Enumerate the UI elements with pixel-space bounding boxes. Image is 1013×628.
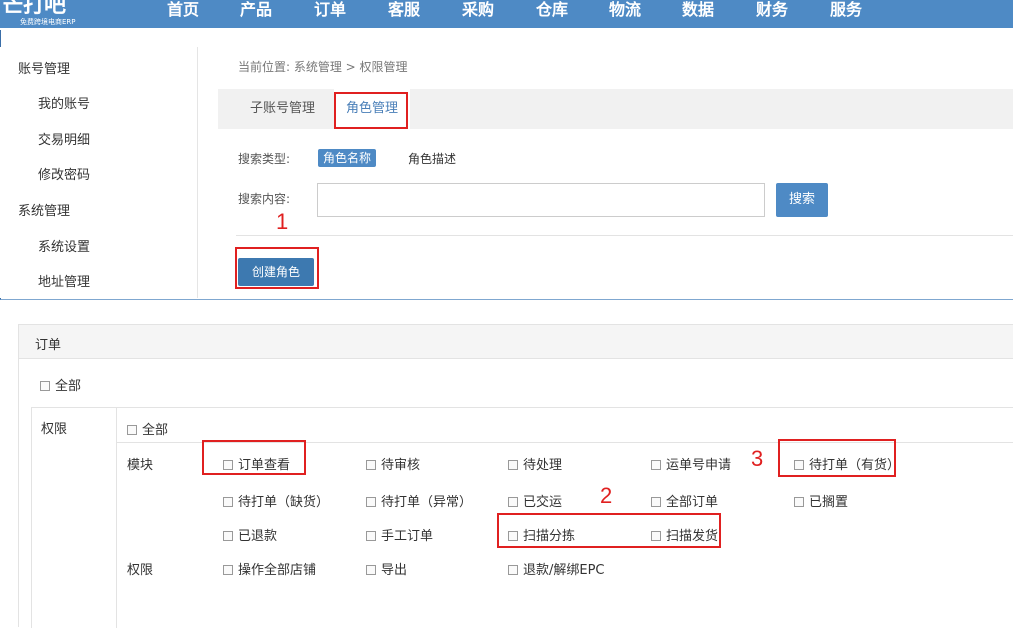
- rights-label: 权限: [127, 563, 154, 578]
- module-checkbox[interactable]: 运单号申请: [651, 454, 731, 473]
- annotation-number-2: 2: [600, 483, 613, 508]
- logo[interactable]: 芒打吧 免费跨境电商ERP: [0, 0, 110, 28]
- nav-customer-service[interactable]: 客服: [388, 0, 420, 22]
- nav-data[interactable]: 数据: [682, 0, 714, 22]
- sidebar-item-address[interactable]: 地址管理: [38, 271, 90, 290]
- divider: [236, 235, 1013, 236]
- logo-subtitle: 免费跨境电商ERP: [20, 18, 76, 26]
- checkbox-icon: [223, 531, 233, 541]
- sidebar-group-account[interactable]: 账号管理: [18, 58, 70, 77]
- nav-warehouse[interactable]: 仓库: [536, 0, 568, 22]
- module-checkbox[interactable]: 全部订单: [651, 491, 718, 510]
- module-checkbox[interactable]: 待打单（异常）: [366, 491, 472, 510]
- sidebar-item-my-account[interactable]: 我的账号: [38, 93, 90, 112]
- checkbox-icon: [794, 497, 804, 507]
- sidebar-group-system[interactable]: 系统管理: [18, 200, 70, 219]
- permission-row-label-cell: 权限: [31, 407, 117, 628]
- checkbox-icon: [651, 497, 661, 507]
- nav-finance[interactable]: 财务: [756, 0, 788, 22]
- permission-section-header: 订单: [19, 325, 1013, 359]
- rights-checkbox[interactable]: 退款/解绑EPC: [508, 559, 605, 578]
- annotation-number-1: 1: [276, 209, 289, 234]
- annotation-box-pending-print: [778, 439, 896, 477]
- nav-orders[interactable]: 订单: [314, 0, 346, 22]
- nav-home[interactable]: 首页: [167, 0, 199, 22]
- checkbox-icon: [651, 460, 661, 470]
- annotation-box-create-role: [235, 247, 319, 289]
- module-label: 模块: [127, 458, 154, 473]
- breadcrumb: 当前位置: 系统管理 > 权限管理: [238, 60, 408, 74]
- module-checkbox[interactable]: 待打单（缺货）: [223, 491, 329, 510]
- search-type-role-desc[interactable]: 角色描述: [408, 150, 456, 167]
- sidebar: 账号管理 我的账号 交易明细 修改密码 系统管理 系统设置 地址管理: [0, 47, 198, 298]
- checkbox-icon: [223, 565, 233, 575]
- rights-checkbox[interactable]: 操作全部店铺: [223, 559, 316, 578]
- select-all-label: 全部: [55, 379, 82, 394]
- checkbox-icon: [40, 381, 50, 391]
- search-type-label: 搜索类型:: [238, 152, 291, 166]
- nav-services[interactable]: 服务: [830, 0, 862, 22]
- checkbox-icon: [366, 565, 376, 575]
- sidebar-item-transactions[interactable]: 交易明细: [38, 129, 90, 148]
- annotation-box-roles-tab: [334, 92, 408, 129]
- select-all-checkbox[interactable]: 全部: [40, 375, 81, 394]
- sidebar-item-system-settings[interactable]: 系统设置: [38, 236, 90, 255]
- module-checkbox[interactable]: 待处理: [508, 454, 562, 473]
- main-content: 当前位置: 系统管理 > 权限管理 子账号管理 角色管理 搜索类型: 角色名称 …: [218, 47, 1013, 299]
- checkbox-icon: [366, 531, 376, 541]
- inner-select-all-checkbox[interactable]: 全部: [127, 419, 168, 438]
- checkbox-icon: [127, 425, 137, 435]
- nav-logistics[interactable]: 物流: [609, 0, 641, 22]
- search-button[interactable]: 搜索: [776, 183, 828, 217]
- annotation-box-scan: [497, 513, 721, 548]
- nav-purchasing[interactable]: 采购: [462, 0, 494, 22]
- annotation-box-order-view: [202, 440, 306, 475]
- annotation-number-3: 3: [751, 446, 764, 471]
- sidebar-item-change-password[interactable]: 修改密码: [38, 164, 90, 183]
- checkbox-icon: [366, 460, 376, 470]
- module-checkbox[interactable]: 待审核: [366, 454, 420, 473]
- rights-checkbox[interactable]: 导出: [366, 559, 407, 578]
- module-checkbox[interactable]: 已交运: [508, 491, 562, 510]
- checkbox-icon: [508, 497, 518, 507]
- checkbox-icon: [223, 497, 233, 507]
- checkbox-icon: [508, 565, 518, 575]
- checkbox-icon: [508, 460, 518, 470]
- top-nav-bar: 芒打吧 免费跨境电商ERP 首页 产品 订单 客服 采购 仓库 物流 数据 财务…: [0, 0, 1013, 28]
- search-type-role-name[interactable]: 角色名称: [318, 149, 377, 167]
- module-checkbox[interactable]: 手工订单: [366, 525, 433, 544]
- permission-row-label: 权限: [41, 422, 68, 437]
- search-content-label: 搜索内容:: [238, 192, 291, 206]
- module-checkbox[interactable]: 已退款: [223, 525, 277, 544]
- checkbox-icon: [366, 497, 376, 507]
- tab-sub-accounts[interactable]: 子账号管理: [238, 89, 328, 129]
- permission-section-title: 订单: [35, 338, 62, 353]
- module-checkbox[interactable]: 已搁置: [794, 491, 848, 510]
- logo-mark: 芒打吧: [2, 0, 66, 18]
- nav-products[interactable]: 产品: [240, 0, 272, 22]
- search-input[interactable]: [317, 183, 765, 217]
